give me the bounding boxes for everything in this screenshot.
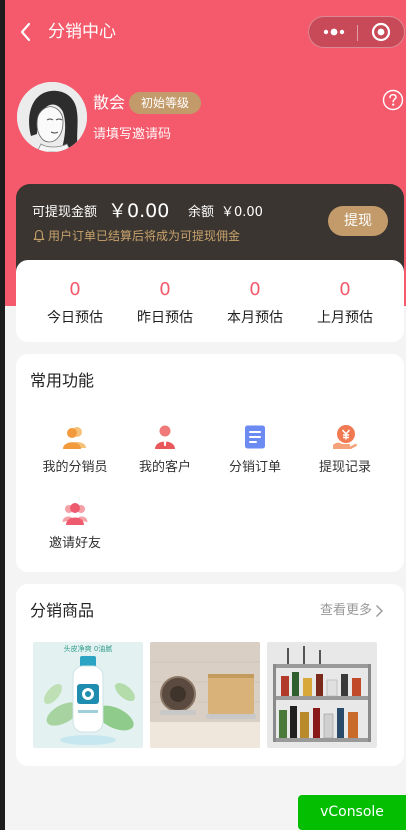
order-list-icon — [245, 425, 265, 449]
chevron-left-icon — [20, 22, 31, 42]
func-label: 我的客户 — [138, 460, 191, 475]
page-title: 分销中心 — [48, 22, 116, 42]
help-button[interactable] — [382, 89, 404, 111]
stat-today[interactable]: 0 今日预估 — [30, 260, 120, 342]
back-button[interactable] — [14, 20, 38, 44]
func-withdraw-records[interactable]: 提现记录 — [299, 424, 389, 480]
stat-value: 0 — [159, 279, 171, 300]
more-dots-icon — [323, 28, 345, 36]
common-functions-card: 常用功能 我的分销员 我的客户 分销订单 提现记录 邀请好友 — [16, 354, 404, 572]
stat-value: 0 — [339, 279, 351, 300]
withdrawable-label: 可提现金额 — [32, 205, 98, 220]
bell-icon — [33, 229, 45, 242]
settlement-note-text: 用户订单已结算后将成为可提现佣金 — [48, 229, 241, 243]
stat-yesterday[interactable]: 0 昨日预估 — [120, 260, 210, 342]
stat-label: 今日预估 — [47, 310, 103, 326]
func-label: 我的分销员 — [42, 460, 108, 475]
chevron-right-icon — [376, 605, 384, 617]
func-label: 邀请好友 — [48, 536, 101, 551]
stat-value: 0 — [69, 279, 81, 300]
distributor-group-icon — [63, 427, 86, 449]
see-more-label: 查看更多 — [320, 603, 373, 618]
left-edge-strip — [0, 0, 5, 830]
stat-last-month[interactable]: 0 上月预估 — [300, 260, 390, 342]
mini-program-close-icon — [371, 22, 391, 42]
func-label: 分销订单 — [228, 460, 281, 475]
withdraw-record-icon — [333, 425, 357, 449]
invite-friends-icon — [62, 503, 88, 525]
more-button[interactable] — [309, 17, 357, 47]
kitchen-spice-rack-image — [267, 642, 377, 748]
balance-amount: ￥0.00 — [221, 205, 263, 220]
stat-label: 上月预估 — [317, 310, 373, 326]
question-circle-icon — [382, 89, 404, 111]
withdraw-button[interactable]: 提现 — [328, 206, 388, 236]
section-title: 常用功能 — [30, 371, 95, 390]
stats-card: 0 今日预估 0 昨日预估 0 本月预估 0 上月预估 — [16, 260, 404, 342]
section-title: 分销商品 — [30, 601, 95, 620]
product-item[interactable] — [267, 642, 377, 748]
stat-label: 昨日预估 — [137, 310, 193, 326]
user-name: 散会 — [93, 93, 126, 112]
stat-label: 本月预估 — [227, 310, 283, 326]
user-avatar-illustration — [17, 82, 87, 152]
func-my-customers[interactable]: 我的客户 — [119, 424, 209, 480]
withdrawable-amount: ￥0.00 — [108, 200, 170, 222]
product-item[interactable] — [150, 642, 260, 748]
vconsole-button[interactable]: vConsole — [298, 795, 406, 830]
avatar[interactable] — [17, 82, 87, 152]
mini-program-capsule — [308, 16, 405, 48]
balance-label: 余额 — [188, 205, 215, 220]
settlement-note: 用户订单已结算后将成为可提现佣金 — [32, 227, 240, 245]
close-button[interactable] — [358, 17, 404, 47]
level-badge: 初始等级 — [129, 92, 202, 114]
product-banner-text: 头皮净爽 0油腻 — [64, 644, 113, 653]
shampoo-bottle-image: 头皮净爽 0油腻 — [33, 642, 143, 748]
func-label: 提现记录 — [318, 460, 371, 475]
func-distribution-orders[interactable]: 分销订单 — [209, 424, 299, 480]
wall-cutting-board-rack-image — [150, 642, 260, 748]
invite-code-link[interactable]: 请填写邀请码 — [93, 125, 171, 145]
distribution-products-card: 分销商品 查看更多 头皮净爽 0油腻 — [16, 584, 404, 766]
customer-icon — [155, 425, 175, 449]
product-item[interactable]: 头皮净爽 0油腻 — [33, 642, 143, 748]
stat-value: 0 — [249, 279, 261, 300]
stat-this-month[interactable]: 0 本月预估 — [210, 260, 300, 342]
func-my-distributors[interactable]: 我的分销员 — [29, 424, 119, 480]
func-invite-friends[interactable]: 邀请好友 — [29, 500, 119, 556]
see-more-link[interactable]: 查看更多 — [320, 600, 384, 622]
nav-bar: 分销中心 — [0, 0, 406, 64]
